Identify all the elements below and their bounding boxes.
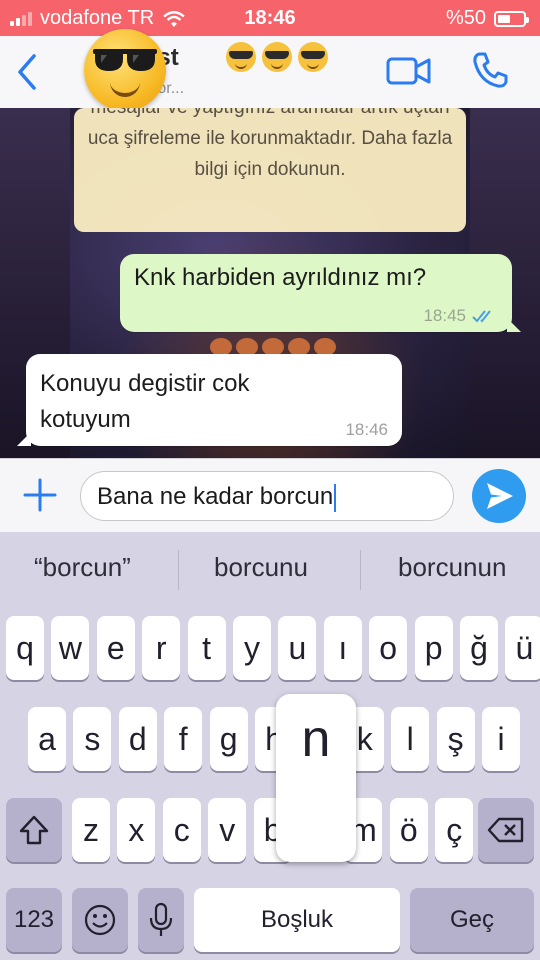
- message-meta: 18:45: [423, 306, 498, 326]
- backspace-key[interactable]: [478, 798, 534, 862]
- message-time: 18:46: [345, 420, 388, 439]
- key-e[interactable]: e: [96, 616, 135, 680]
- key-popup: n: [276, 694, 356, 862]
- video-camera-icon[interactable]: [386, 54, 432, 88]
- suggestion-divider: [178, 550, 179, 590]
- key-y[interactable]: y: [233, 616, 271, 680]
- suggestion-2[interactable]: borcunu: [214, 552, 308, 583]
- microphone-key[interactable]: [138, 888, 184, 952]
- suggestion-1[interactable]: “borcun”: [34, 552, 131, 583]
- key-t[interactable]: t: [187, 616, 226, 680]
- message-incoming[interactable]: Konuyu degistir cok kotuyum 18:46: [17, 354, 402, 446]
- key-ş[interactable]: ş: [436, 707, 475, 771]
- battery-percent: %50: [445, 7, 486, 29]
- suggestion-3[interactable]: borcunun: [398, 552, 506, 583]
- text-caret: [334, 483, 337, 512]
- status-right: %50: [445, 7, 529, 30]
- key-v[interactable]: v: [208, 798, 247, 862]
- key-ö[interactable]: ö: [389, 798, 428, 862]
- shift-icon: [19, 815, 49, 845]
- sunglasses-emoji-icon: [226, 42, 256, 72]
- key-f[interactable]: f: [164, 707, 203, 771]
- space-key[interactable]: Boşluk: [194, 888, 400, 952]
- key-g[interactable]: g: [209, 707, 248, 771]
- key-l[interactable]: l: [391, 707, 430, 771]
- key-z[interactable]: z: [72, 798, 110, 862]
- emoji-key[interactable]: [72, 888, 128, 952]
- backspace-icon: [487, 817, 524, 843]
- microphone-icon: [149, 902, 173, 936]
- send-icon: [487, 483, 513, 509]
- key-r[interactable]: r: [142, 616, 181, 680]
- sunglasses-icon: [93, 49, 157, 71]
- emoji-icon: [84, 904, 116, 936]
- numbers-key[interactable]: 123: [6, 888, 62, 952]
- plus-icon[interactable]: [22, 477, 58, 513]
- return-key[interactable]: Geç: [410, 888, 534, 952]
- suggestion-divider: [360, 550, 361, 590]
- name-emoji-suffix: [226, 42, 328, 72]
- key-u[interactable]: u: [278, 616, 317, 680]
- key-ç[interactable]: ç: [435, 798, 474, 862]
- sunglasses-emoji-icon: [262, 42, 292, 72]
- key-c[interactable]: c: [162, 798, 201, 862]
- key-w[interactable]: w: [51, 616, 90, 680]
- message-text: Konuyu degistir cok kotuyum: [40, 370, 250, 433]
- sunglasses-emoji-icon: [298, 42, 328, 72]
- key-ü[interactable]: ü: [505, 616, 540, 680]
- avatar[interactable]: [84, 29, 166, 111]
- chat-header: artist yazıyor...: [0, 29, 540, 111]
- message-input-value: Bana ne kadar borcun: [97, 483, 337, 512]
- status-bar: vodafone TR 18:46 %50: [0, 0, 540, 36]
- suggestion-bar: “borcun” borcunu borcunun: [0, 532, 540, 608]
- key-d[interactable]: d: [118, 707, 157, 771]
- battery-icon: [494, 10, 529, 27]
- key-s[interactable]: s: [73, 707, 112, 771]
- phone-icon[interactable]: [470, 50, 510, 90]
- shift-key[interactable]: [6, 798, 62, 862]
- chevron-left-icon[interactable]: [12, 50, 42, 94]
- message-text: Knk harbiden ayrıldınız mı?: [134, 264, 427, 291]
- read-ticks-icon: [472, 310, 491, 323]
- key-q[interactable]: q: [6, 616, 44, 680]
- send-button[interactable]: [472, 469, 526, 523]
- message-time: 18:45: [423, 306, 466, 325]
- key-a[interactable]: a: [28, 707, 66, 771]
- encryption-notice[interactable]: mesajlar ve yaptığınız aramalar artık uç…: [74, 108, 466, 232]
- key-i[interactable]: i: [482, 707, 520, 771]
- avatar-mouth: [110, 79, 140, 97]
- message-input-bar: Bana ne kadar borcun: [0, 458, 540, 533]
- key-p[interactable]: p: [414, 616, 453, 680]
- message-input[interactable]: Bana ne kadar borcun: [80, 471, 454, 521]
- encryption-notice-text: mesajlar ve yaptığınız aramalar artık uç…: [87, 108, 453, 180]
- key-x[interactable]: x: [117, 798, 156, 862]
- message-outgoing[interactable]: Knk harbiden ayrıldınız mı? 18:45: [120, 254, 521, 332]
- key-o[interactable]: o: [369, 616, 408, 680]
- key-ğ[interactable]: ğ: [460, 616, 498, 680]
- key-ı[interactable]: ı: [323, 616, 362, 680]
- keyboard: “borcun” borcunu borcunun qwertyuıopğü as…: [0, 532, 540, 960]
- chat-area[interactable]: mesajlar ve yaptığınız aramalar artık uç…: [0, 108, 540, 458]
